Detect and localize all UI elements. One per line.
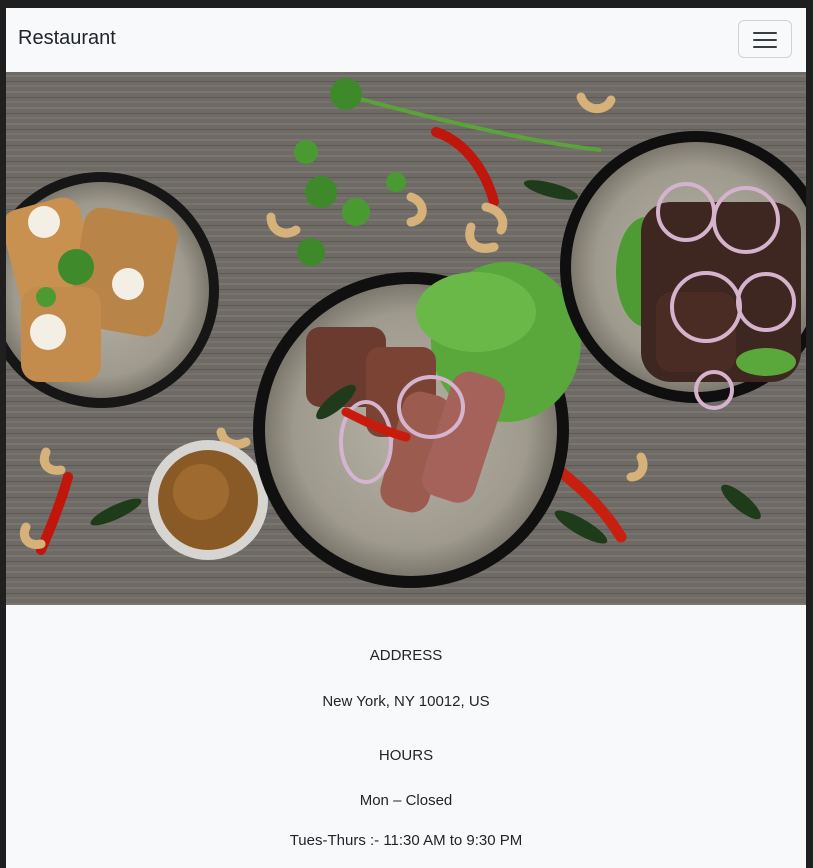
address-heading: ADDRESS <box>369 647 443 664</box>
hamburger-menu-icon <box>753 32 777 34</box>
page: Restaurant ADDRESS New York, NY 10012, U… <box>6 8 806 868</box>
food-plates-photo <box>6 72 806 605</box>
hamburger-line <box>753 39 777 41</box>
hours-tue-thu: Tues-Thurs :- 11:30 AM to 9:30 PM <box>289 832 523 849</box>
hours-heading: HOURS <box>378 747 434 764</box>
address-text: New York, NY 10012, US <box>322 693 490 710</box>
hours-monday: Mon – Closed <box>359 792 453 809</box>
hamburger-line <box>753 46 777 48</box>
hero-image <box>6 72 806 605</box>
navbar-toggle-button[interactable] <box>738 20 792 58</box>
navbar: Restaurant <box>6 8 806 72</box>
navbar-brand[interactable]: Restaurant <box>18 27 116 50</box>
